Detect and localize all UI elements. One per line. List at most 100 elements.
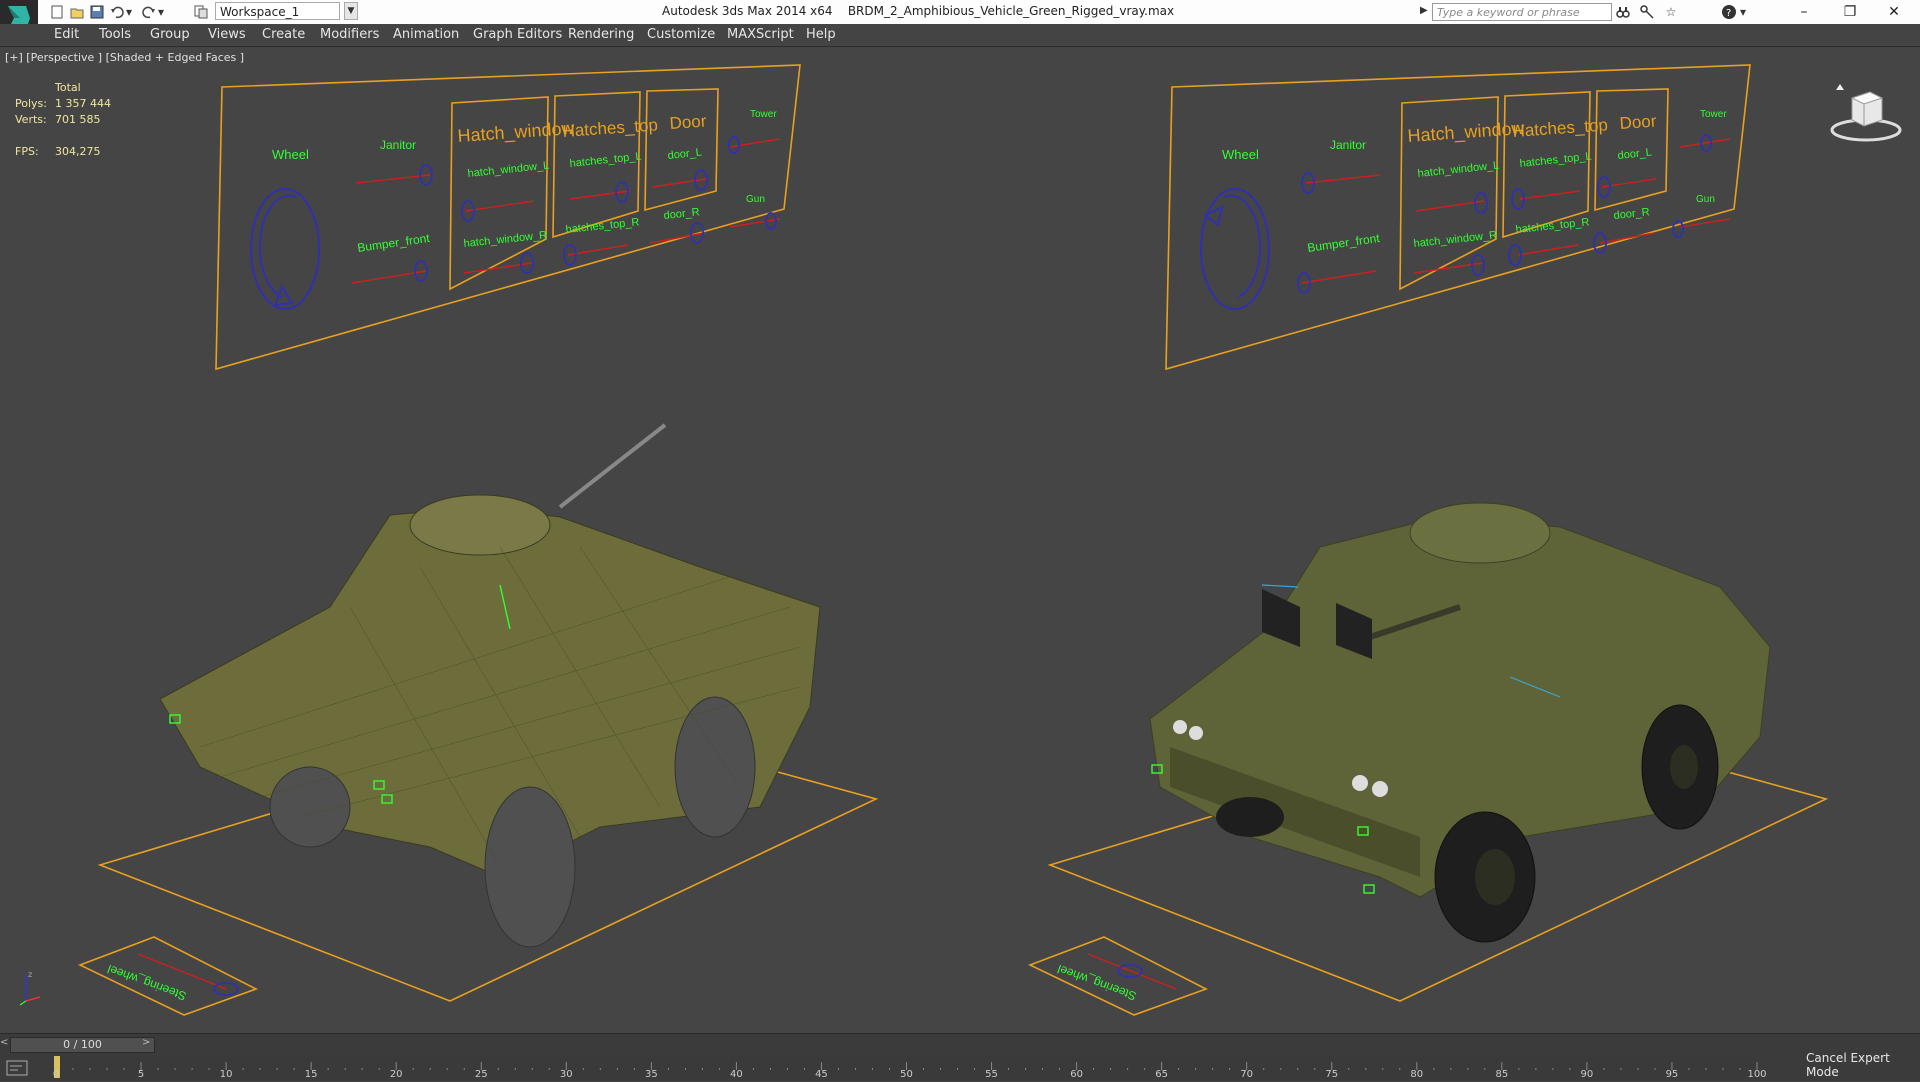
menu-bar: Edit Tools Group Views Create Modifiers …	[0, 24, 1920, 47]
label-hatch-window: Hatch_window	[457, 118, 576, 147]
label-hatch-window-r2: Hatch_window	[1407, 118, 1526, 147]
minimize-button[interactable]: –	[1784, 2, 1824, 22]
menu-help[interactable]: Help	[806, 27, 836, 42]
label-wheel: Wheel	[272, 147, 309, 162]
panel-labels-right: Wheel Janitor Bumper_front	[1222, 138, 1381, 255]
tick-label: 40	[730, 1069, 743, 1080]
title-bar: ▾ ▾ ▾ Workspace_1 ▼ Autodesk 3ds Max 201…	[0, 0, 1920, 36]
label-door-r: door_R	[663, 206, 700, 222]
menu-views[interactable]: Views	[208, 27, 246, 42]
label-gun: Gun	[746, 194, 765, 205]
star-icon[interactable]: ☆	[1662, 3, 1680, 21]
tick-label: 30	[559, 1069, 573, 1080]
label-hatches-top-l-r: hatches_top_L	[1519, 151, 1592, 170]
menu-modifiers[interactable]: Modifiers	[320, 27, 379, 42]
help-dropdown-icon[interactable]: ▾	[1738, 3, 1748, 21]
tick-label: 10	[219, 1069, 233, 1080]
time-slider[interactable]: 0 / 100	[10, 1037, 155, 1053]
label-hatches-top-r: hatches_top_R	[565, 216, 640, 236]
menu-rendering[interactable]: Rendering	[568, 27, 634, 42]
chevron-down-icon[interactable]: ▼	[344, 2, 358, 20]
menu-group[interactable]: Group	[150, 27, 190, 42]
close-button[interactable]: ✕	[1874, 2, 1914, 22]
tick-label: 5	[137, 1069, 145, 1080]
search-expand-icon[interactable]: ▶	[1420, 5, 1428, 16]
label-hatches-top-r-r: hatches_top_R	[1515, 216, 1590, 236]
open-file-icon[interactable]	[68, 3, 86, 21]
label-hatch-window-r: hatch_window_R	[463, 229, 548, 250]
save-icon[interactable]	[88, 3, 106, 21]
prev-frame-button[interactable]: <	[0, 1037, 10, 1053]
timeline: < 0 / 100 > 0 5 10 15 20 25 30 35 40 45 50 55 60 65 70…	[0, 1033, 1920, 1081]
menu-animation[interactable]: Animation	[393, 27, 459, 42]
tick-label: 100	[1747, 1069, 1767, 1080]
tick-label: 80	[1410, 1069, 1424, 1080]
binoculars-icon[interactable]	[1614, 3, 1632, 21]
tick-label: 55	[985, 1069, 998, 1080]
search-input[interactable]: Type a keyword or phrase	[1432, 3, 1612, 21]
control-panel-right[interactable]	[1165, 64, 1751, 371]
viewport-scene: Wheel Janitor Bumper_front Hatch_window …	[77, 64, 1829, 1016]
right-scene: Wheel Janitor Bumper_front Hatch_window …	[1027, 64, 1829, 1016]
label-janitor-r: Janitor	[1330, 138, 1366, 152]
control-panel-left[interactable]	[215, 64, 801, 371]
workspace-select[interactable]: Workspace_1	[215, 2, 340, 20]
tick-label: 25	[474, 1069, 488, 1080]
tick-label: 85	[1495, 1069, 1509, 1080]
key-icon[interactable]	[1638, 3, 1656, 21]
window-title: Autodesk 3ds Max 2014 x64 BRDM_2_Amphibi…	[662, 4, 1174, 18]
vehicle-rendered[interactable]	[1149, 502, 1771, 943]
next-frame-button[interactable]: >	[142, 1037, 152, 1053]
help-icon[interactable]: ?	[1720, 3, 1738, 21]
label-hatches-top-l: hatches_top_L	[569, 151, 642, 170]
menu-create[interactable]: Create	[262, 27, 305, 42]
new-file-icon[interactable]	[48, 3, 66, 21]
label-door-r-r: door_R	[1613, 206, 1650, 222]
maxscript-listener-icon[interactable]	[6, 1060, 28, 1076]
steering-panel-left[interactable]: Steering_wheel	[77, 936, 259, 1016]
label-wheel-r: Wheel	[1222, 147, 1259, 162]
label-hatch-window-l-r: hatch_window_L	[1417, 159, 1500, 180]
label-tower: Tower	[750, 109, 777, 120]
label-door-r2: Door	[1619, 111, 1657, 133]
tick-label: 95	[1665, 1069, 1679, 1080]
wheel-rotate-icon-right[interactable]	[1200, 188, 1270, 310]
menu-customize[interactable]: Customize	[647, 27, 715, 42]
restore-button[interactable]: ❐	[1830, 2, 1870, 22]
axis-gizmo-icon: z	[14, 967, 44, 1007]
project-folder-icon[interactable]	[192, 3, 210, 21]
tick-label: 65	[1155, 1069, 1169, 1080]
label-gun-r: Gun	[1696, 194, 1715, 205]
label-bumper: Bumper_front	[356, 231, 431, 255]
menu-maxscript[interactable]: MAXScript	[727, 27, 794, 42]
redo-dropdown-icon[interactable]: ▾	[156, 3, 166, 21]
tick-label: 75	[1325, 1069, 1339, 1080]
label-hatches-top-r2: Hatches_top	[1512, 115, 1609, 141]
label-bumper-r: Bumper_front	[1306, 231, 1381, 255]
panel-group-titles-right: Hatch_window Hatches_top Door	[1407, 111, 1657, 147]
label-janitor: Janitor	[380, 138, 416, 152]
label-hatch-window-l: hatch_window_L	[467, 159, 550, 180]
perspective-viewport[interactable]: [+] [Perspective ] [Shaded + Edged Faces…	[0, 47, 1920, 1033]
vehicle-wireframe[interactable]	[159, 423, 821, 948]
viewcube-icon[interactable]	[1828, 82, 1903, 142]
file-name: BRDM_2_Amphibious_Vehicle_Green_Rigged_v…	[847, 4, 1175, 18]
label-door: Door	[669, 111, 707, 133]
menu-edit[interactable]: Edit	[54, 27, 79, 42]
tick-label: 70	[1240, 1069, 1254, 1080]
tick-label: 0	[52, 1069, 60, 1080]
menu-tools[interactable]: Tools	[99, 27, 131, 42]
label-hatch-window-r-r: hatch_window_R	[1413, 229, 1498, 250]
undo-dropdown-icon[interactable]: ▾	[124, 3, 134, 21]
tick-label: 35	[644, 1069, 658, 1080]
tick-label: 90	[1580, 1069, 1594, 1080]
steering-panel-right[interactable]: Steering_wheel	[1027, 936, 1209, 1016]
label-door-l: door_L	[667, 146, 702, 162]
panel-group-titles-left: Hatch_window Hatches_top Door	[457, 111, 707, 147]
label-hatches-top: Hatches_top	[562, 115, 659, 141]
tick-label: 45	[815, 1069, 828, 1080]
menu-graph-editors[interactable]: Graph Editors	[473, 27, 562, 42]
cancel-expert-mode-button[interactable]: Cancel Expert Mode	[1806, 1051, 1920, 1079]
svg-text:?: ?	[1726, 8, 1731, 19]
wheel-rotate-icon-left[interactable]	[250, 188, 320, 310]
